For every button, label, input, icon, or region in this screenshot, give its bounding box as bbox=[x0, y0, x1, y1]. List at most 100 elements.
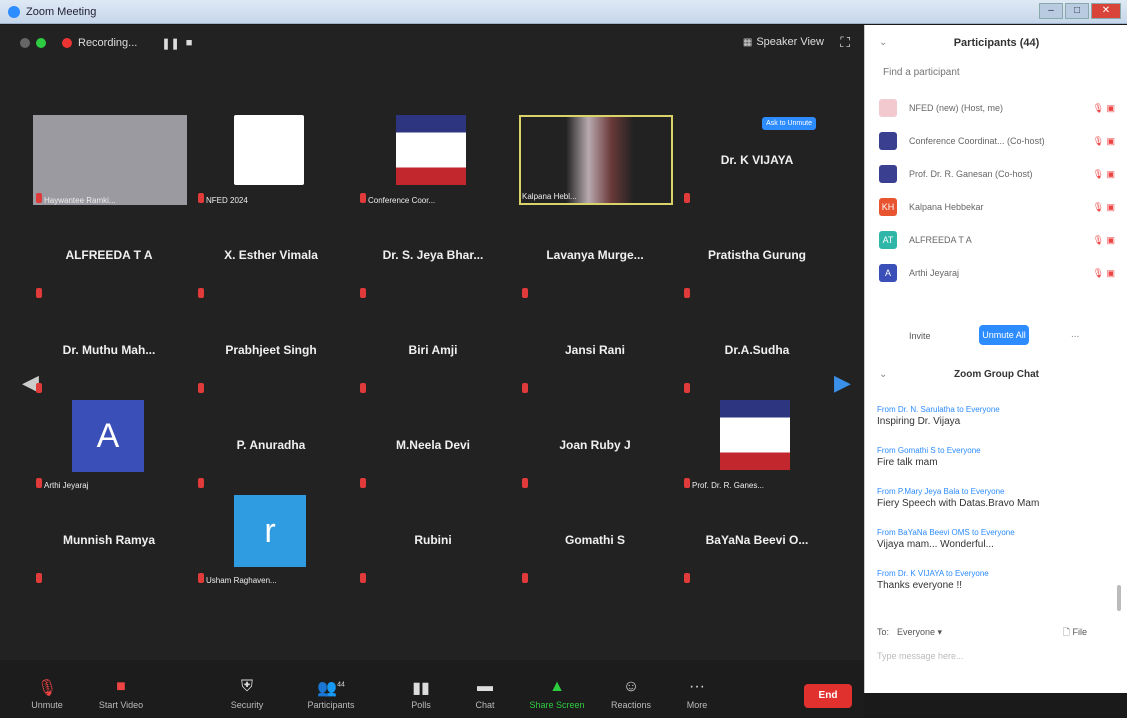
participant-tile[interactable]: Prof. Dr. R. Ganes... bbox=[678, 400, 836, 492]
minimize-button[interactable]: – bbox=[1039, 3, 1063, 19]
participant-name: Dr. Muthu Mah... bbox=[62, 343, 156, 357]
participant-tile[interactable]: Gomathi S bbox=[516, 495, 674, 587]
participant-tile[interactable]: Pratistha Gurung bbox=[678, 210, 836, 302]
participant-tile[interactable]: P. Anuradha bbox=[192, 400, 350, 492]
participants-more-button[interactable]: ... bbox=[1071, 329, 1079, 340]
unmute-button[interactable]: 🎙 Unmute bbox=[12, 678, 82, 710]
participant-tile[interactable]: Dr. K VIJAYA Ask to Unmute bbox=[678, 115, 836, 207]
start-video-button[interactable]: ■ Start Video bbox=[86, 678, 156, 710]
participant-tile[interactable]: Haywantee Ramki... bbox=[30, 115, 188, 207]
close-button[interactable]: ✕ bbox=[1091, 3, 1121, 19]
security-button[interactable]: ⛨ Security bbox=[212, 678, 282, 710]
participant-video bbox=[396, 115, 466, 185]
participant-list-item[interactable]: AT ALFREEDA T A 🎙 ▣ bbox=[879, 227, 1115, 253]
participant-tile[interactable]: Rubini bbox=[354, 495, 512, 587]
mic-muted-icon: 🎙 ▣ bbox=[1092, 234, 1115, 245]
chat-button[interactable]: ▬ Chat bbox=[450, 678, 520, 710]
video-area: Recording... ❚❚ ■ ▦ Speaker View ⛶ ◀ ▶ H… bbox=[0, 25, 864, 718]
next-page-arrow-icon[interactable]: ▶ bbox=[834, 370, 851, 396]
participant-name: ALFREEDA T A bbox=[65, 248, 153, 262]
participant-name: Arthi Jeyaraj bbox=[909, 268, 960, 278]
speaker-view-label: Speaker View bbox=[756, 36, 824, 48]
avatar: KH bbox=[879, 198, 897, 216]
unmute-all-button[interactable]: Unmute All bbox=[979, 325, 1029, 345]
recipient-dropdown[interactable]: Everyone ▾ bbox=[897, 627, 942, 638]
participant-tile[interactable]: X. Esther Vimala bbox=[192, 210, 350, 302]
stop-recording-button[interactable]: ■ bbox=[186, 37, 193, 49]
avatar: r bbox=[234, 495, 306, 567]
participant-tile[interactable]: Joan Ruby J bbox=[516, 400, 674, 492]
participant-list-item[interactable]: Prof. Dr. R. Ganesan (Co-host) 🎙 ▣ bbox=[879, 161, 1115, 187]
participant-tile[interactable]: Jansi Rani bbox=[516, 305, 674, 397]
reactions-icon: ☺ bbox=[622, 678, 640, 695]
avatar bbox=[879, 165, 897, 183]
chat-sender: From Dr. K VIJAYA to Everyone bbox=[877, 569, 989, 578]
zoom-logo-icon bbox=[8, 5, 20, 18]
participant-tile[interactable]: BaYaNa Beevi O... bbox=[678, 495, 836, 587]
participants-button[interactable]: 👥44 Participants bbox=[296, 678, 366, 710]
participant-tile[interactable]: A Arthi Jeyaraj bbox=[30, 400, 188, 492]
shield-icon[interactable] bbox=[36, 38, 46, 48]
ask-to-unmute-button[interactable]: Ask to Unmute bbox=[762, 117, 816, 130]
participant-tile[interactable]: NFED 2024 bbox=[192, 115, 350, 207]
participant-name-label: Conference Coor... bbox=[368, 196, 436, 205]
participant-name: Dr. S. Jeya Bhar... bbox=[382, 248, 484, 262]
chat-message-input[interactable]: Type message here... bbox=[877, 651, 964, 661]
polls-button[interactable]: ▮▮ Polls bbox=[386, 678, 456, 710]
participant-name: ALFREEDA T A bbox=[909, 235, 972, 245]
mic-muted-icon bbox=[36, 383, 42, 393]
mic-muted-icon bbox=[36, 288, 42, 298]
chat-message: From P.Mary Jeya Bala to Everyone Fiery S… bbox=[877, 487, 1117, 509]
invite-button[interactable]: Invite bbox=[909, 331, 931, 341]
end-meeting-button[interactable]: End bbox=[804, 684, 852, 708]
participant-tile[interactable]: Munnish Ramya bbox=[30, 495, 188, 587]
speaker-view-button[interactable]: ▦ Speaker View bbox=[743, 36, 824, 48]
mic-muted-icon bbox=[522, 288, 528, 298]
participant-list-item[interactable]: Conference Coordinat... (Co-host) 🎙 ▣ bbox=[879, 128, 1115, 154]
participant-tile[interactable]: r Usham Raghaven... bbox=[192, 495, 350, 587]
shield-icon: ⛨ bbox=[240, 678, 253, 695]
participant-tile[interactable]: Conference Coor... bbox=[354, 115, 512, 207]
more-icon: ··· bbox=[689, 678, 705, 695]
pause-recording-button[interactable]: ❚❚ bbox=[161, 37, 179, 50]
avatar bbox=[879, 99, 897, 117]
reactions-button[interactable]: ☺ Reactions bbox=[596, 678, 666, 710]
participant-name: P. Anuradha bbox=[236, 438, 306, 452]
participant-name: X. Esther Vimala bbox=[224, 248, 318, 262]
chat-recipient[interactable]: To: Everyone ▾ bbox=[877, 627, 942, 638]
participant-list-item[interactable]: NFED (new) (Host, me) 🎙 ▣ bbox=[879, 95, 1115, 121]
participant-name: M.Neela Devi bbox=[395, 438, 471, 452]
recording-icon bbox=[62, 38, 72, 48]
participant-tile[interactable]: Biri Amji bbox=[354, 305, 512, 397]
chat-scrollbar[interactable] bbox=[1117, 585, 1121, 611]
chat-title: Zoom Group Chat bbox=[954, 369, 1039, 380]
participant-tile[interactable]: Kalpana Hebl... bbox=[516, 115, 674, 207]
participant-tile[interactable]: Lavanya Murge... bbox=[516, 210, 674, 302]
participant-name-label: Prof. Dr. R. Ganes... bbox=[692, 481, 765, 490]
more-button[interactable]: ··· More bbox=[662, 678, 732, 710]
participant-tile[interactable]: Prabhjeet Singh bbox=[192, 305, 350, 397]
participant-tile[interactable]: Dr. S. Jeya Bhar... bbox=[354, 210, 512, 302]
fullscreen-button[interactable]: ⛶ bbox=[840, 34, 850, 51]
participant-tile[interactable]: ALFREEDA T A bbox=[30, 210, 188, 302]
info-icon[interactable] bbox=[20, 38, 30, 48]
participant-name-label: Arthi Jeyaraj bbox=[44, 481, 89, 490]
participant-search-input[interactable] bbox=[883, 67, 1113, 78]
participant-list-item[interactable]: KH Kalpana Hebbekar 🎙 ▣ bbox=[879, 194, 1115, 220]
meeting-toolbar: 🎙 Unmute ■ Start Video ⛨ Security 👥44 Partic… bbox=[0, 660, 864, 718]
participant-tile[interactable]: Dr. Muthu Mah... bbox=[30, 305, 188, 397]
avatar: A bbox=[879, 264, 897, 282]
mic-muted-icon bbox=[36, 193, 42, 203]
participant-name: BaYaNa Beevi O... bbox=[705, 533, 809, 547]
maximize-button[interactable]: □ bbox=[1065, 3, 1089, 19]
mic-muted-icon bbox=[198, 383, 204, 393]
participant-name-label: Haywantee Ramki... bbox=[44, 196, 116, 205]
participant-tile[interactable]: Dr.A.Sudha bbox=[678, 305, 836, 397]
participant-list-item[interactable]: A Arthi Jeyaraj 🎙 ▣ bbox=[879, 260, 1115, 286]
participant-tile[interactable]: M.Neela Devi bbox=[354, 400, 512, 492]
share-screen-button[interactable]: ▲ Share Screen bbox=[522, 678, 592, 710]
participant-name-label: Kalpana Hebl... bbox=[522, 192, 577, 201]
file-button[interactable]: 🗋 File bbox=[1063, 625, 1087, 641]
chat-sender: From Gomathi S to Everyone bbox=[877, 446, 981, 455]
chat-message: From Dr. N. Sarulatha to Everyone Inspiri… bbox=[877, 405, 1117, 427]
